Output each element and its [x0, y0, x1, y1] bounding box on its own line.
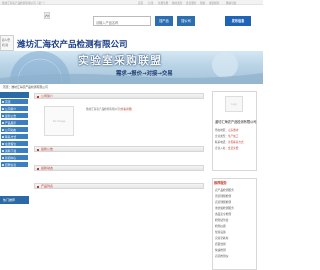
panel-bullet-icon	[37, 95, 39, 98]
topbar-link-register[interactable]: 免费注册	[158, 1, 168, 5]
sidebar-item-contact[interactable]: 联系方式	[1, 134, 28, 140]
recommend-item[interactable]: 农药检测仪	[215, 254, 228, 258]
sidebar-item-home[interactable]: 首页	[1, 99, 28, 105]
login-box[interactable]: 商人登 机 阅	[0, 35, 14, 51]
sidebar-footer: 热门推荐	[0, 196, 29, 204]
banner-subtitle: 需求→报价→对接→交易	[116, 71, 173, 77]
publish-info-button[interactable]: 发布信息	[225, 16, 251, 26]
bullet-icon	[2, 164, 4, 166]
topbar-link-search[interactable]: 搜索推荐	[209, 1, 219, 5]
recommend-item[interactable]: 实验室耗材	[215, 236, 228, 240]
recommend-heading: 推荐服务	[214, 181, 227, 185]
sidebar-item-notice[interactable]: 最新公告	[1, 113, 28, 119]
panel-products: 产品列表	[34, 183, 204, 189]
info-phone: 联系电话：详见联系方式	[215, 141, 244, 144]
breadcrumb: 首页：潍坊汇海农产品检测有限公司	[3, 85, 48, 89]
bullet-icon	[2, 157, 4, 159]
recommend-item[interactable]: 检测仪器	[215, 224, 226, 228]
topbar-link-member[interactable]: 会员服务	[186, 1, 196, 5]
panel-news: 最新动态	[34, 165, 204, 171]
top-utility-bar: 潍坊汇海农产品检测有限公司（第一） 首页 订阅 免费注册 我的商务 会员服务 帮…	[0, 0, 263, 5]
sidebar-item-news[interactable]: 新闻中心	[1, 155, 28, 161]
recommend-item[interactable]: 食品安全检测	[215, 212, 231, 216]
panel-bullet-icon	[37, 148, 39, 151]
topbar-welcome-text: 潍坊汇海农产品检测有限公司（第一）	[2, 1, 47, 5]
info-type: 企业类型：生产加工	[215, 135, 239, 138]
sidebar-item-products[interactable]: 产品展示	[1, 120, 28, 126]
company-title: 潍坊汇海农产品检测有限公司	[17, 40, 128, 50]
login-line-2: 机 阅	[2, 44, 9, 47]
search-product-button[interactable]: 搜产品	[155, 16, 173, 26]
search-input[interactable]: 请输入产品名称	[93, 16, 151, 26]
bullet-icon	[2, 101, 4, 103]
banner-title: 实验室采购联盟	[78, 54, 162, 67]
company-blurb: 潍坊汇海农产品检测有限公司[查看详细]	[86, 108, 133, 111]
bullet-icon	[2, 150, 4, 152]
recommend-item[interactable]: 检测试剂盒	[215, 218, 228, 222]
sidebar-item-intro[interactable]: 公司简介	[1, 106, 28, 112]
recommend-item[interactable]: 农产品检测服务	[215, 188, 234, 192]
sidebar-item-message[interactable]: 在线留言	[1, 141, 28, 147]
recommend-item[interactable]: 质量监督	[215, 242, 226, 246]
bullet-icon	[2, 122, 4, 124]
view-details-link[interactable]: [查看详细]	[120, 108, 132, 111]
sidebar-item-downloads[interactable]: 资料下载	[1, 148, 28, 154]
company-logo: Logo	[225, 96, 243, 112]
recommend-item[interactable]: 快速检测	[215, 248, 226, 252]
topbar-link-sitemap[interactable]: 网站导航	[226, 1, 236, 5]
recommend-item[interactable]: 农药残留检测	[215, 200, 231, 204]
panel-bullet-icon	[37, 167, 39, 170]
recommend-item[interactable]: 兽药残留检测	[215, 194, 231, 198]
info-location: 所在地区：山东潍坊	[215, 129, 239, 132]
sidebar-item-jobs[interactable]: 招聘信息	[1, 162, 28, 168]
topbar-link-home[interactable]: 首页	[138, 1, 143, 5]
sidebar-item-dynamics[interactable]: 公司动态	[1, 127, 28, 133]
site-logo-icon[interactable]	[43, 11, 51, 20]
bullet-icon	[2, 136, 4, 138]
topbar-link-subscribe[interactable]: 订阅	[148, 1, 153, 5]
info-join: 企业入驻：会员免费	[215, 147, 239, 150]
sidebar: 首页 公司简介 最新公告 产品展示 公司动态 联系方式 在线留言 资料下载 新闻…	[0, 92, 29, 202]
topbar-link-my-business[interactable]: 我的商务	[172, 1, 182, 5]
bullet-icon	[2, 108, 4, 110]
panel-company-intro: 公司简介	[34, 93, 204, 99]
bullet-icon	[2, 115, 4, 117]
company-card-name: 潍坊汇海农产品检测有限公司	[215, 120, 257, 124]
recommend-item[interactable]: 化验设备	[215, 230, 226, 234]
recommend-item[interactable]: 重金属检测服务	[215, 206, 234, 210]
topbar-link-help[interactable]: 帮助	[200, 1, 205, 5]
company-image: No Image	[44, 106, 74, 136]
bullet-icon	[2, 129, 4, 131]
sidebar-header	[0, 92, 29, 98]
panel-notice: 最新公告	[34, 146, 204, 152]
search-company-button[interactable]: 搜公司	[177, 16, 195, 26]
panel-bullet-icon	[37, 185, 39, 188]
login-line-1: 商人登	[2, 39, 10, 42]
bullet-icon	[2, 143, 4, 145]
